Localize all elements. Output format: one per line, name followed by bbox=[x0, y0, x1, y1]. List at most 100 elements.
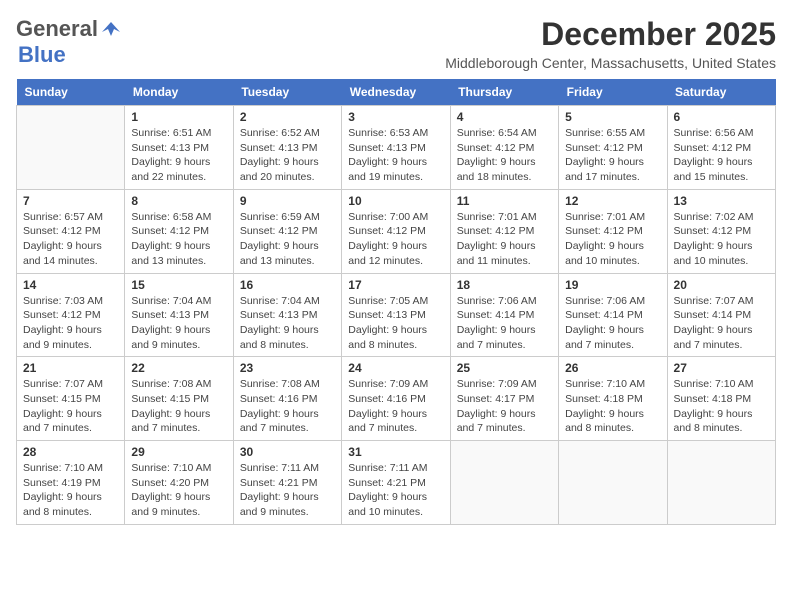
calendar-cell: 5 Sunrise: 6:55 AM Sunset: 4:12 PM Daylig… bbox=[559, 106, 667, 190]
day-number: 4 bbox=[457, 110, 552, 124]
day-info: Sunrise: 7:04 AM Sunset: 4:13 PM Dayligh… bbox=[131, 294, 226, 353]
day-number: 23 bbox=[240, 361, 335, 375]
month-title: December 2025 bbox=[445, 16, 776, 53]
calendar-cell: 8 Sunrise: 6:58 AM Sunset: 4:12 PM Daylig… bbox=[125, 189, 233, 273]
calendar-cell: 29 Sunrise: 7:10 AM Sunset: 4:20 PM Dayli… bbox=[125, 441, 233, 525]
day-info: Sunrise: 7:10 AM Sunset: 4:19 PM Dayligh… bbox=[23, 461, 118, 520]
logo-blue-text: Blue bbox=[18, 42, 66, 68]
day-info: Sunrise: 7:04 AM Sunset: 4:13 PM Dayligh… bbox=[240, 294, 335, 353]
day-number: 25 bbox=[457, 361, 552, 375]
day-info: Sunrise: 7:10 AM Sunset: 4:20 PM Dayligh… bbox=[131, 461, 226, 520]
calendar-cell: 24Sunrise: 7:09 AM Sunset: 4:16 PM Dayli… bbox=[342, 357, 450, 441]
weekday-header-wednesday: Wednesday bbox=[342, 79, 450, 106]
calendar-cell bbox=[17, 106, 125, 190]
weekday-header-sunday: Sunday bbox=[17, 79, 125, 106]
day-number: 28 bbox=[23, 445, 118, 459]
day-number: 8 bbox=[131, 194, 226, 208]
day-number: 15 bbox=[131, 278, 226, 292]
day-info: Sunrise: 6:53 AM Sunset: 4:13 PM Dayligh… bbox=[348, 126, 443, 185]
day-number: 20 bbox=[674, 278, 769, 292]
location-text: Middleborough Center, Massachusetts, Uni… bbox=[445, 55, 776, 71]
day-info: Sunrise: 7:09 AM Sunset: 4:16 PM Dayligh… bbox=[348, 377, 443, 436]
calendar-cell: 27Sunrise: 7:10 AM Sunset: 4:18 PM Dayli… bbox=[667, 357, 775, 441]
day-info: Sunrise: 7:11 AM Sunset: 4:21 PM Dayligh… bbox=[240, 461, 335, 520]
day-number: 13 bbox=[674, 194, 769, 208]
day-info: Sunrise: 7:01 AM Sunset: 4:12 PM Dayligh… bbox=[457, 210, 552, 269]
day-info: Sunrise: 7:07 AM Sunset: 4:14 PM Dayligh… bbox=[674, 294, 769, 353]
calendar-cell: 26 Sunrise: 7:10 AM Sunset: 4:18 PM Dayli… bbox=[559, 357, 667, 441]
calendar-cell: 14Sunrise: 7:03 AM Sunset: 4:12 PM Dayli… bbox=[17, 273, 125, 357]
calendar-cell: 7 Sunrise: 6:57 AM Sunset: 4:12 PM Daylig… bbox=[17, 189, 125, 273]
day-info: Sunrise: 6:57 AM Sunset: 4:12 PM Dayligh… bbox=[23, 210, 118, 269]
calendar-cell: 3 Sunrise: 6:53 AM Sunset: 4:13 PM Daylig… bbox=[342, 106, 450, 190]
calendar-cell: 12Sunrise: 7:01 AM Sunset: 4:12 PM Dayli… bbox=[559, 189, 667, 273]
weekday-header-friday: Friday bbox=[559, 79, 667, 106]
day-number: 19 bbox=[565, 278, 660, 292]
day-number: 26 bbox=[565, 361, 660, 375]
day-number: 7 bbox=[23, 194, 118, 208]
day-info: Sunrise: 7:11 AM Sunset: 4:21 PM Dayligh… bbox=[348, 461, 443, 520]
day-number: 21 bbox=[23, 361, 118, 375]
calendar-cell: 21 Sunrise: 7:07 AM Sunset: 4:15 PM Dayli… bbox=[17, 357, 125, 441]
calendar-cell: 11 Sunrise: 7:01 AM Sunset: 4:12 PM Dayli… bbox=[450, 189, 558, 273]
day-number: 6 bbox=[674, 110, 769, 124]
day-number: 14 bbox=[23, 278, 118, 292]
day-number: 12 bbox=[565, 194, 660, 208]
day-info: Sunrise: 7:09 AM Sunset: 4:17 PM Dayligh… bbox=[457, 377, 552, 436]
logo: General Blue bbox=[16, 16, 122, 68]
weekday-header-row: SundayMondayTuesdayWednesdayThursdayFrid… bbox=[17, 79, 776, 106]
week-row-4: 21 Sunrise: 7:07 AM Sunset: 4:15 PM Dayli… bbox=[17, 357, 776, 441]
weekday-header-tuesday: Tuesday bbox=[233, 79, 341, 106]
calendar-cell: 20 Sunrise: 7:07 AM Sunset: 4:14 PM Dayli… bbox=[667, 273, 775, 357]
calendar-cell: 6 Sunrise: 6:56 AM Sunset: 4:12 PM Daylig… bbox=[667, 106, 775, 190]
day-number: 2 bbox=[240, 110, 335, 124]
day-number: 22 bbox=[131, 361, 226, 375]
week-row-3: 14Sunrise: 7:03 AM Sunset: 4:12 PM Dayli… bbox=[17, 273, 776, 357]
day-info: Sunrise: 7:07 AM Sunset: 4:15 PM Dayligh… bbox=[23, 377, 118, 436]
calendar-cell: 4 Sunrise: 6:54 AM Sunset: 4:12 PM Daylig… bbox=[450, 106, 558, 190]
day-number: 16 bbox=[240, 278, 335, 292]
day-number: 1 bbox=[131, 110, 226, 124]
day-info: Sunrise: 7:02 AM Sunset: 4:12 PM Dayligh… bbox=[674, 210, 769, 269]
day-number: 11 bbox=[457, 194, 552, 208]
day-number: 10 bbox=[348, 194, 443, 208]
logo-bird-icon bbox=[100, 18, 122, 40]
day-number: 29 bbox=[131, 445, 226, 459]
day-info: Sunrise: 6:51 AM Sunset: 4:13 PM Dayligh… bbox=[131, 126, 226, 185]
calendar-cell: 22 Sunrise: 7:08 AM Sunset: 4:15 PM Dayli… bbox=[125, 357, 233, 441]
day-info: Sunrise: 7:08 AM Sunset: 4:15 PM Dayligh… bbox=[131, 377, 226, 436]
day-info: Sunrise: 7:06 AM Sunset: 4:14 PM Dayligh… bbox=[565, 294, 660, 353]
calendar-cell: 13 Sunrise: 7:02 AM Sunset: 4:12 PM Dayli… bbox=[667, 189, 775, 273]
week-row-2: 7 Sunrise: 6:57 AM Sunset: 4:12 PM Daylig… bbox=[17, 189, 776, 273]
calendar-table: SundayMondayTuesdayWednesdayThursdayFrid… bbox=[16, 79, 776, 525]
calendar-cell: 25 Sunrise: 7:09 AM Sunset: 4:17 PM Dayli… bbox=[450, 357, 558, 441]
calendar-cell: 23 Sunrise: 7:08 AM Sunset: 4:16 PM Dayli… bbox=[233, 357, 341, 441]
day-info: Sunrise: 6:54 AM Sunset: 4:12 PM Dayligh… bbox=[457, 126, 552, 185]
day-info: Sunrise: 7:00 AM Sunset: 4:12 PM Dayligh… bbox=[348, 210, 443, 269]
weekday-header-saturday: Saturday bbox=[667, 79, 775, 106]
day-number: 9 bbox=[240, 194, 335, 208]
calendar-cell bbox=[667, 441, 775, 525]
calendar-cell: 30Sunrise: 7:11 AM Sunset: 4:21 PM Dayli… bbox=[233, 441, 341, 525]
page-header: General Blue December 2025 Middleborough… bbox=[16, 16, 776, 71]
calendar-cell bbox=[559, 441, 667, 525]
calendar-cell bbox=[450, 441, 558, 525]
calendar-cell: 10 Sunrise: 7:00 AM Sunset: 4:12 PM Dayli… bbox=[342, 189, 450, 273]
day-info: Sunrise: 6:58 AM Sunset: 4:12 PM Dayligh… bbox=[131, 210, 226, 269]
day-info: Sunrise: 6:56 AM Sunset: 4:12 PM Dayligh… bbox=[674, 126, 769, 185]
calendar-cell: 9Sunrise: 6:59 AM Sunset: 4:12 PM Daylig… bbox=[233, 189, 341, 273]
day-number: 3 bbox=[348, 110, 443, 124]
day-info: Sunrise: 6:55 AM Sunset: 4:12 PM Dayligh… bbox=[565, 126, 660, 185]
calendar-cell: 18 Sunrise: 7:06 AM Sunset: 4:14 PM Dayli… bbox=[450, 273, 558, 357]
calendar-cell: 1 Sunrise: 6:51 AM Sunset: 4:13 PM Daylig… bbox=[125, 106, 233, 190]
day-info: Sunrise: 7:08 AM Sunset: 4:16 PM Dayligh… bbox=[240, 377, 335, 436]
calendar-cell: 28 Sunrise: 7:10 AM Sunset: 4:19 PM Dayli… bbox=[17, 441, 125, 525]
calendar-cell: 17Sunrise: 7:05 AM Sunset: 4:13 PM Dayli… bbox=[342, 273, 450, 357]
day-info: Sunrise: 6:52 AM Sunset: 4:13 PM Dayligh… bbox=[240, 126, 335, 185]
day-info: Sunrise: 7:06 AM Sunset: 4:14 PM Dayligh… bbox=[457, 294, 552, 353]
day-info: Sunrise: 7:10 AM Sunset: 4:18 PM Dayligh… bbox=[565, 377, 660, 436]
day-number: 18 bbox=[457, 278, 552, 292]
day-info: Sunrise: 7:05 AM Sunset: 4:13 PM Dayligh… bbox=[348, 294, 443, 353]
day-number: 5 bbox=[565, 110, 660, 124]
week-row-5: 28 Sunrise: 7:10 AM Sunset: 4:19 PM Dayli… bbox=[17, 441, 776, 525]
